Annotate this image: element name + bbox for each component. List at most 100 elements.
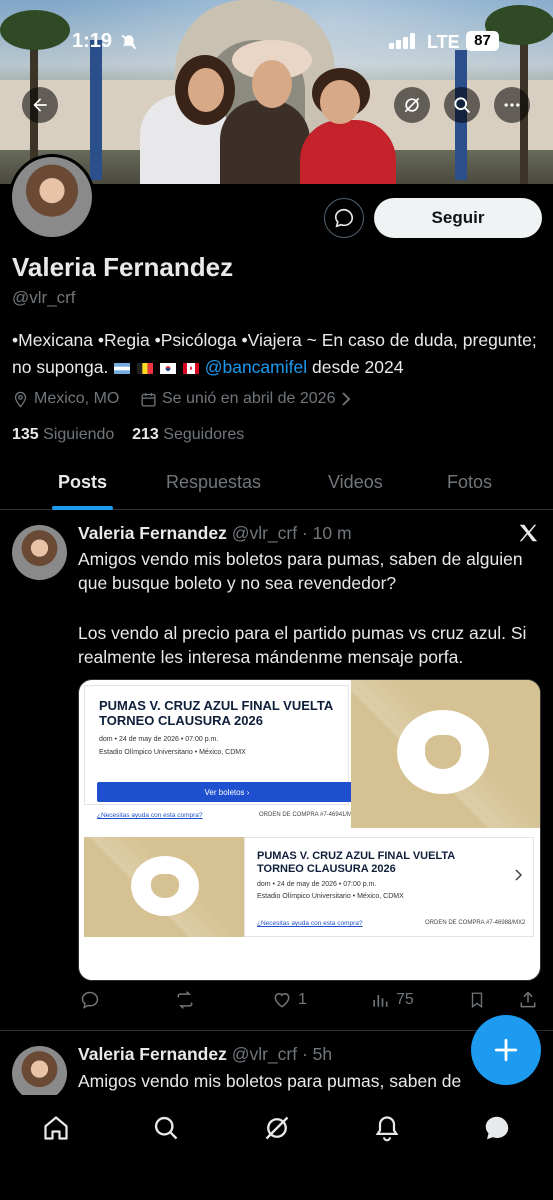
flag-argentina-icon xyxy=(113,357,131,377)
tweet-author-name[interactable]: Valeria Fernandez xyxy=(78,523,227,543)
bell-muted-icon xyxy=(120,33,138,56)
battery-indicator: 87 xyxy=(466,31,499,51)
x-logo-icon xyxy=(517,522,539,549)
chevron-right-icon xyxy=(342,392,351,406)
flag-belgium-icon xyxy=(136,357,154,377)
tab-photos[interactable]: Fotos xyxy=(447,472,492,493)
ticket-card-2: PUMAS V. CRUZ AZUL FINAL VUELTA TORNEO C… xyxy=(244,837,534,937)
profile-name: Valeria Fernandez xyxy=(12,252,234,282)
tweet-handle-time: @vlr_crf · 5h xyxy=(231,1044,333,1064)
tab-videos[interactable]: Videos xyxy=(328,472,383,493)
chevron-right-icon xyxy=(515,868,523,886)
ticket-title: PUMAS V. CRUZ AZUL FINAL VUELTA TORNEO C… xyxy=(257,850,455,875)
ticket-date: dom • 24 de may de 2026 • 07:00 p.m. xyxy=(99,736,219,743)
more-button[interactable] xyxy=(494,87,530,123)
chat-bubble-icon xyxy=(334,208,354,228)
share-icon xyxy=(520,991,536,1008)
more-icon xyxy=(504,103,520,107)
following-count: 135 xyxy=(12,426,39,443)
views-button[interactable]: 75 xyxy=(370,990,414,1010)
ticket-help-link: ¿Necesitas ayuda con esta compra? xyxy=(257,920,363,927)
tweet-author-name[interactable]: Valeria Fernandez xyxy=(78,1044,227,1064)
followers-count: 213 xyxy=(132,426,159,443)
tweet-header: Valeria Fernandez @vlr_crf · 5h xyxy=(78,1044,332,1065)
flag-korea-icon xyxy=(159,357,177,377)
message-button[interactable] xyxy=(324,198,364,238)
location-text: Mexico, MO xyxy=(34,390,120,407)
profile-avatar[interactable] xyxy=(9,154,95,240)
bottom-navigation xyxy=(0,1095,553,1200)
following-link[interactable]: 135 Siguiendo xyxy=(12,426,114,443)
like-count: 1 xyxy=(298,991,307,1008)
status-time: 1:19 xyxy=(72,30,113,52)
ticket-venue: Estadio Olímpico Universitario • México,… xyxy=(99,749,246,756)
search-button[interactable] xyxy=(444,87,480,123)
join-date-text: Se unió en abril de 2026 xyxy=(162,390,336,407)
tweet-actions: 1 75 xyxy=(78,990,543,1016)
followers-label: Seguidores xyxy=(163,426,245,443)
pumas-logo xyxy=(131,856,199,916)
nav-search[interactable] xyxy=(151,1113,181,1143)
follow-button[interactable]: Seguir xyxy=(374,198,542,238)
active-tab-indicator xyxy=(52,506,113,510)
follow-counts: 135 Siguiendo 213 Seguidores xyxy=(12,426,244,444)
ticket-order-number: ORDEN DE COMPRA #7-46988/MX2 xyxy=(425,920,526,926)
tweet-image[interactable]: PUMAS V. CRUZ AZUL FINAL VUELTA TORNEO C… xyxy=(78,679,541,981)
nav-notifications[interactable] xyxy=(372,1113,402,1143)
bell-icon xyxy=(375,1116,399,1142)
tweet-text: Amigos vendo mis boletos para pumas, sab… xyxy=(78,1071,462,1091)
join-date[interactable]: Se unió en abril de 2026 xyxy=(140,390,352,408)
following-label: Siguiendo xyxy=(43,426,115,443)
tab-posts[interactable]: Posts xyxy=(58,472,107,493)
views-chart-icon xyxy=(373,995,388,1007)
nav-home[interactable] xyxy=(41,1113,71,1143)
grok-button[interactable] xyxy=(394,87,430,123)
banner-person xyxy=(300,120,396,184)
search-icon xyxy=(454,97,471,114)
location: Mexico, MO xyxy=(12,390,119,408)
tweet-handle-time: @vlr_crf · 10 m xyxy=(231,523,352,543)
tweet-header: Valeria Fernandez @vlr_crf · 10 m xyxy=(78,523,352,544)
calendar-icon xyxy=(141,392,156,407)
grok-icon xyxy=(404,97,420,113)
views-count: 75 xyxy=(396,991,414,1008)
repost-icon xyxy=(177,991,193,1009)
reply-icon xyxy=(81,991,99,1009)
signal-icon xyxy=(389,33,419,54)
tweet-divider xyxy=(0,1030,553,1031)
network-type: LTE xyxy=(427,32,460,52)
search-icon xyxy=(154,1116,178,1140)
profile-bio: •Mexicana •Regia •Psicóloga •Viajera ~ E… xyxy=(12,327,542,381)
tab-replies[interactable]: Respuestas xyxy=(166,472,261,493)
compose-post-button[interactable] xyxy=(471,1015,541,1085)
like-button[interactable]: 1 xyxy=(272,990,307,1010)
reply-button[interactable] xyxy=(80,990,100,1010)
bookmark-button[interactable] xyxy=(468,990,486,1010)
heart-icon xyxy=(274,993,290,1008)
flag-canada-icon xyxy=(182,357,200,377)
repost-button[interactable] xyxy=(174,990,196,1010)
banner-pillar xyxy=(90,40,102,180)
profile-handle: @vlr_crf xyxy=(12,288,76,307)
pumas-logo xyxy=(397,710,489,794)
nav-messages[interactable] xyxy=(482,1113,512,1143)
nav-grok[interactable] xyxy=(262,1113,292,1143)
banner-head xyxy=(188,68,224,112)
tweet-avatar[interactable] xyxy=(12,525,67,580)
ticket-date: dom • 24 de may de 2026 • 07:00 p.m. xyxy=(257,881,377,888)
followers-link[interactable]: 213 Seguidores xyxy=(132,426,244,443)
banner-head xyxy=(252,60,292,108)
chat-bubble-icon xyxy=(485,1116,509,1140)
status-bar: 1:19 LTE 87 xyxy=(0,28,553,56)
tweet-text: Los vendo al precio para el partido puma… xyxy=(78,623,527,667)
banner-person xyxy=(220,100,310,184)
tweet-avatar[interactable] xyxy=(12,1046,67,1101)
back-button[interactable] xyxy=(22,87,58,123)
ticket-venue: Estadio Olímpico Universitario • México,… xyxy=(257,893,404,900)
home-icon xyxy=(44,1116,68,1140)
banner-head xyxy=(320,80,360,124)
bio-mention-link[interactable]: @bancamifel xyxy=(205,357,307,377)
location-pin-icon xyxy=(14,391,27,408)
bio-suffix: desde 2024 xyxy=(312,357,404,377)
share-button[interactable] xyxy=(518,990,538,1010)
